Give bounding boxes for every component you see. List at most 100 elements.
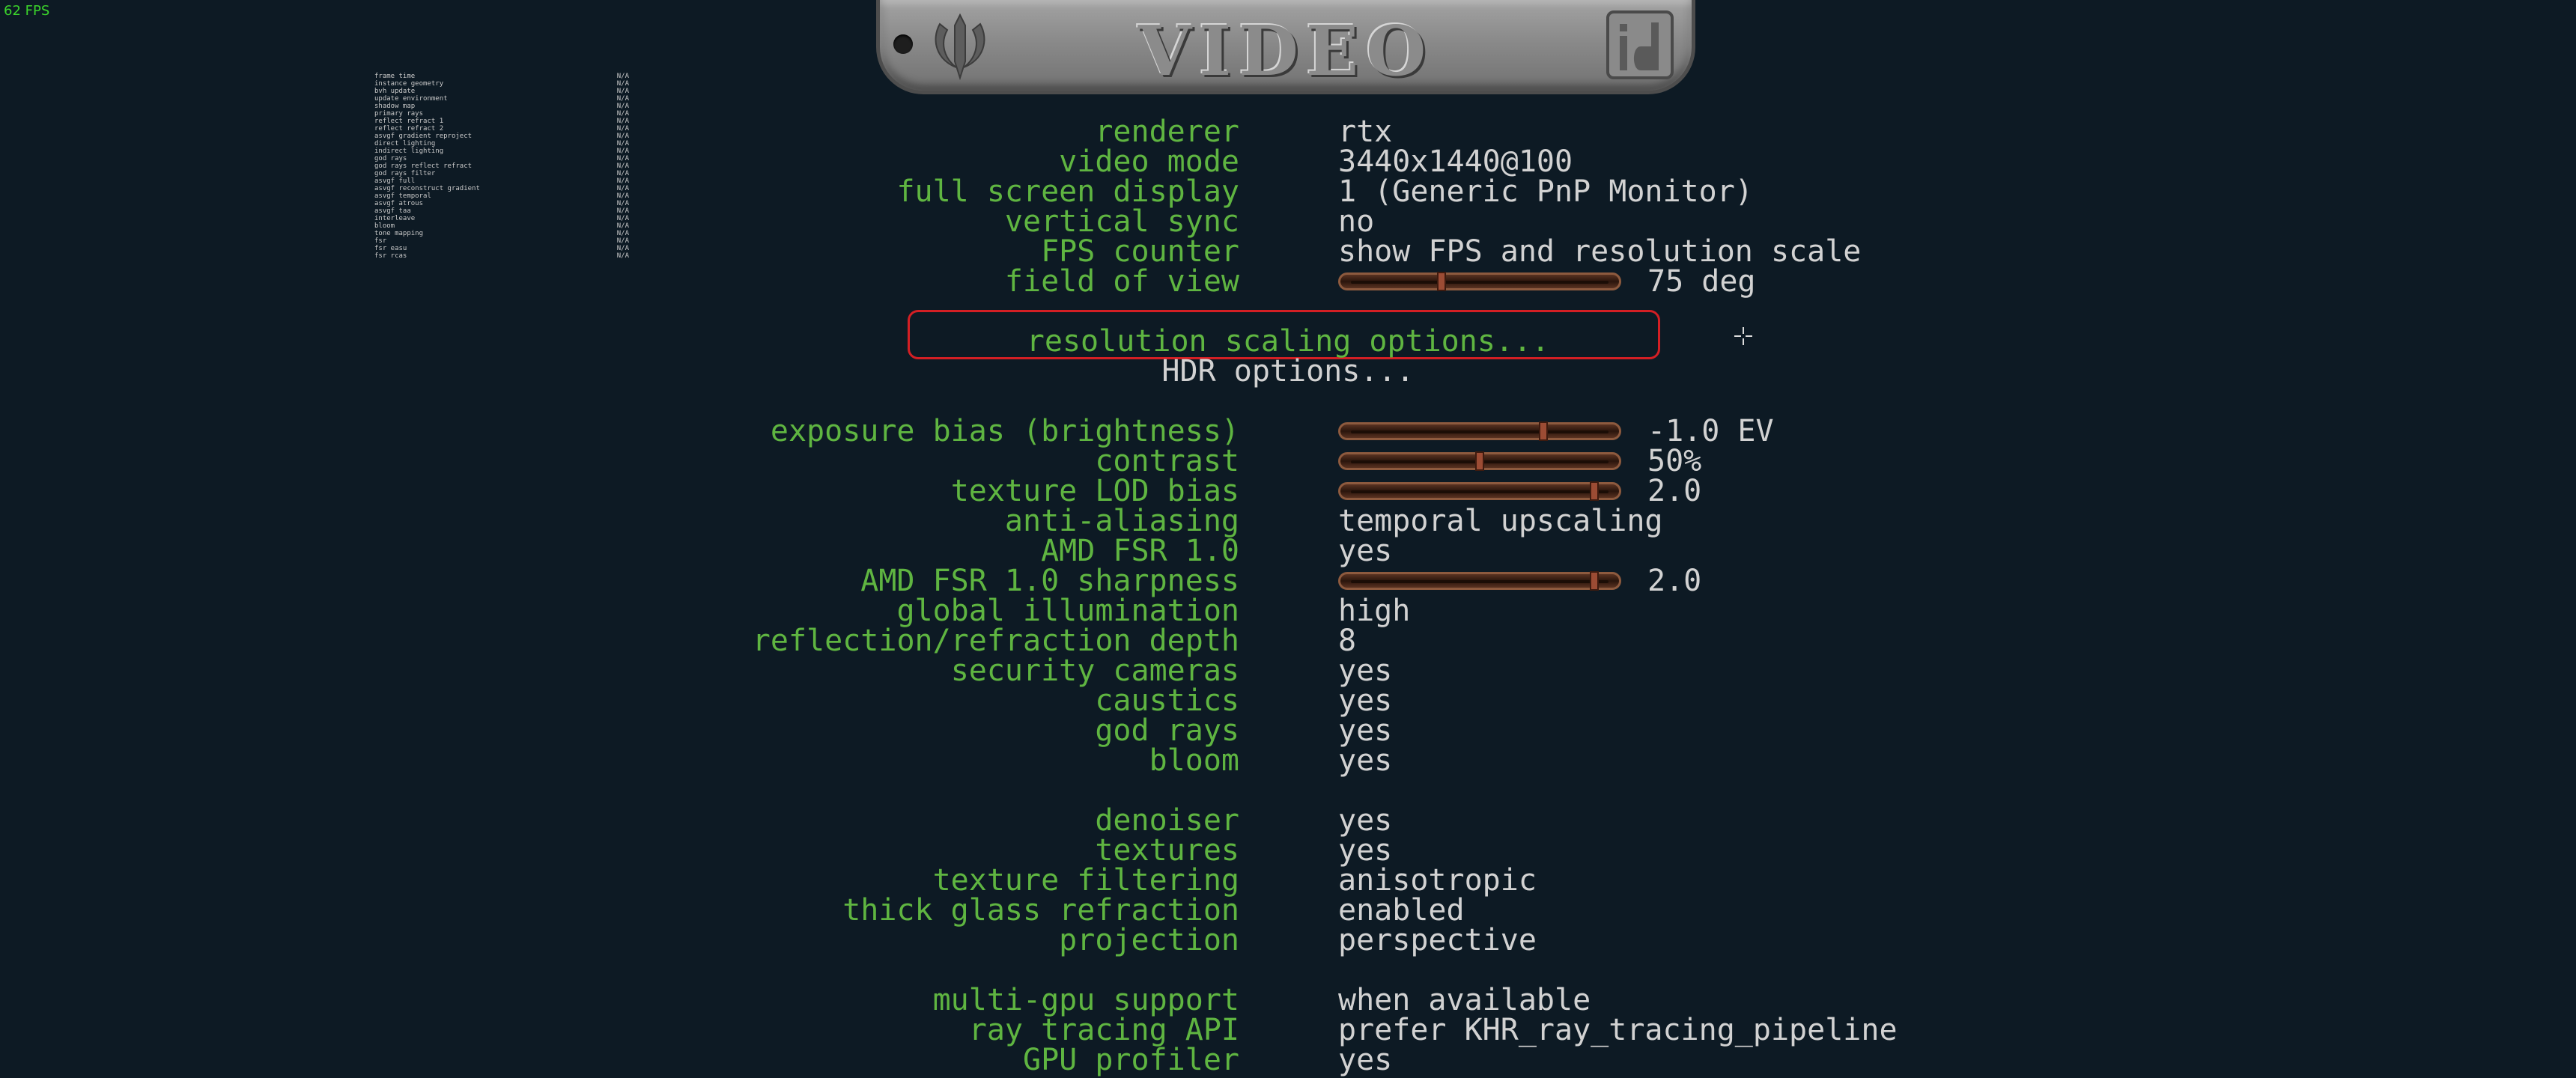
lod-bias-slider[interactable] bbox=[1338, 481, 1621, 501]
menu-label: ray tracing API bbox=[968, 1013, 1239, 1047]
menu-value: 8 bbox=[1338, 624, 1357, 658]
slider-thumb[interactable] bbox=[1590, 481, 1599, 501]
menu-label: full screen display bbox=[896, 174, 1239, 209]
menu-value: anisotropic bbox=[1338, 863, 1537, 898]
profiler-row: instance geometry N/A bbox=[374, 80, 629, 88]
profiler-metric-name: shadow map bbox=[374, 103, 416, 110]
menu-item-amd-fsr[interactable]: AMD FSR 1.0 yes bbox=[0, 536, 2576, 566]
menu-item-denoiser[interactable]: denoiser yes bbox=[0, 806, 2576, 835]
menu-item-gpu-profiler[interactable]: GPU profiler yes bbox=[0, 1045, 2576, 1075]
menu-value: yes bbox=[1338, 833, 1393, 868]
menu-item-multi-gpu-support[interactable]: multi-gpu support when available bbox=[0, 985, 2576, 1015]
menu-value: yes bbox=[1338, 713, 1393, 748]
menu-item-thick-glass-refraction[interactable]: thick glass refraction enabled bbox=[0, 895, 2576, 925]
menu-label: textures bbox=[1095, 833, 1239, 868]
profiler-row: frame time N/A bbox=[374, 73, 629, 80]
menu-item-reflection-refraction-depth[interactable]: reflection/refraction depth 8 bbox=[0, 626, 2576, 656]
menu-item-video-mode[interactable]: video mode 3440x1440@100 bbox=[0, 147, 2576, 177]
menu-value: yes bbox=[1338, 534, 1393, 568]
exposure-slider[interactable] bbox=[1338, 421, 1621, 441]
profiler-metric-value: N/A bbox=[616, 103, 629, 110]
menu-item-texture-lod-bias[interactable]: texture LOD bias 2.0 bbox=[0, 476, 2576, 506]
menu-label: AMD FSR 1.0 sharpness bbox=[860, 564, 1239, 598]
menu-item-exposure-bias[interactable]: exposure bias (brightness) -1.0 EV bbox=[0, 416, 2576, 446]
menu-value: show FPS and resolution scale bbox=[1338, 234, 1862, 269]
menu-title: VIDEO bbox=[1137, 10, 1434, 91]
menu-label: GPU profiler bbox=[1023, 1043, 1239, 1077]
profiler-metric-name: bvh update bbox=[374, 88, 416, 95]
menu-item-fps-counter[interactable]: FPS counter show FPS and resolution scal… bbox=[0, 237, 2576, 267]
menu-banner: VIDEO bbox=[876, 0, 1695, 94]
menu-label: contrast bbox=[1095, 444, 1239, 478]
menu-label: field of view bbox=[1004, 264, 1239, 299]
fov-slider[interactable] bbox=[1338, 272, 1621, 291]
menu-item-amd-fsr-sharpness[interactable]: AMD FSR 1.0 sharpness 2.0 bbox=[0, 566, 2576, 596]
profiler-metric-name: update environment bbox=[374, 95, 448, 103]
menu-value: 1 (Generic PnP Monitor) bbox=[1338, 174, 1753, 209]
profiler-row: bvh update N/A bbox=[374, 88, 629, 95]
slider-thumb[interactable] bbox=[1539, 421, 1548, 441]
menu-value: yes bbox=[1338, 654, 1393, 688]
menu-label: texture LOD bias bbox=[950, 474, 1239, 508]
menu-label: denoiser bbox=[1095, 803, 1239, 838]
menu-label: security cameras bbox=[950, 654, 1239, 688]
menu-label: exposure bias (brightness) bbox=[770, 414, 1239, 448]
menu-item-renderer[interactable]: renderer rtx bbox=[0, 117, 2576, 147]
contrast-slider[interactable] bbox=[1338, 451, 1621, 471]
menu-value: yes bbox=[1338, 683, 1393, 718]
menu-value: 2.0 bbox=[1647, 474, 1702, 508]
fps-counter: 62 FPS bbox=[4, 3, 50, 19]
profiler-metric-value: N/A bbox=[616, 80, 629, 88]
menu-value: when available bbox=[1338, 983, 1591, 1017]
menu-label: AMD FSR 1.0 bbox=[1041, 534, 1239, 568]
profiler-metric-name: frame time bbox=[374, 73, 416, 80]
menu-value: 2.0 bbox=[1647, 564, 1702, 598]
slider-thumb[interactable] bbox=[1475, 451, 1484, 471]
menu-item-texture-filtering[interactable]: texture filtering anisotropic bbox=[0, 865, 2576, 895]
slider-thumb[interactable] bbox=[1590, 571, 1599, 591]
menu-item-full-screen-display[interactable]: full screen display 1 (Generic PnP Monit… bbox=[0, 177, 2576, 207]
menu-item-security-cameras[interactable]: security cameras yes bbox=[0, 656, 2576, 686]
menu-label: texture filtering bbox=[932, 863, 1239, 898]
crosshair-cursor-icon bbox=[1734, 327, 1752, 345]
menu-item-caustics[interactable]: caustics yes bbox=[0, 686, 2576, 716]
profiler-row: shadow map N/A bbox=[374, 103, 629, 110]
menu-item-hdr-options[interactable]: HDR options... bbox=[0, 356, 2576, 386]
profiler-metric-value: N/A bbox=[616, 73, 629, 80]
menu-item-global-illumination[interactable]: global illumination high bbox=[0, 596, 2576, 626]
menu-item-god-rays[interactable]: god rays yes bbox=[0, 716, 2576, 746]
profiler-metric-name: instance geometry bbox=[374, 80, 444, 88]
menu-item-field-of-view[interactable]: field of view 75 deg bbox=[0, 267, 2576, 296]
menu-value: 50% bbox=[1647, 444, 1702, 478]
menu-value: yes bbox=[1338, 803, 1393, 838]
menu-label: renderer bbox=[1095, 115, 1239, 149]
menu-item-vertical-sync[interactable]: vertical sync no bbox=[0, 207, 2576, 237]
menu-label: reflection/refraction depth bbox=[752, 624, 1239, 658]
menu-item-contrast[interactable]: contrast 50% bbox=[0, 446, 2576, 476]
menu-item-bloom[interactable]: bloom yes bbox=[0, 746, 2576, 776]
menu-label: multi-gpu support bbox=[932, 983, 1239, 1017]
menu-value: temporal upscaling bbox=[1338, 504, 1663, 538]
id-software-logo-icon bbox=[1606, 10, 1674, 79]
menu-label: god rays bbox=[1095, 713, 1239, 748]
menu-value: 75 deg bbox=[1647, 264, 1756, 299]
fsr-sharpness-slider[interactable] bbox=[1338, 571, 1621, 591]
menu-value: rtx bbox=[1338, 115, 1393, 149]
menu-item-anti-aliasing[interactable]: anti-aliasing temporal upscaling bbox=[0, 506, 2576, 536]
menu-item-textures[interactable]: textures yes bbox=[0, 835, 2576, 865]
menu-value: -1.0 EV bbox=[1647, 414, 1774, 448]
menu-item-ray-tracing-api[interactable]: ray tracing API prefer KHR_ray_tracing_p… bbox=[0, 1015, 2576, 1045]
menu-label: thick glass refraction bbox=[842, 893, 1239, 928]
slider-thumb[interactable] bbox=[1437, 272, 1446, 291]
menu-value: perspective bbox=[1338, 923, 1537, 957]
menu-label: bloom bbox=[1149, 743, 1239, 778]
menu-value: enabled bbox=[1338, 893, 1465, 928]
menu-item-resolution-scaling-options[interactable]: resolution scaling options... bbox=[0, 326, 2576, 356]
menu-item-projection[interactable]: projection perspective bbox=[0, 925, 2576, 955]
profiler-metric-value: N/A bbox=[616, 88, 629, 95]
menu-value: prefer KHR_ray_tracing_pipeline bbox=[1338, 1013, 1898, 1047]
menu-label: video mode bbox=[1059, 144, 1239, 179]
menu-value: yes bbox=[1338, 1043, 1393, 1077]
menu-label: caustics bbox=[1095, 683, 1239, 718]
menu-label: projection bbox=[1059, 923, 1239, 957]
